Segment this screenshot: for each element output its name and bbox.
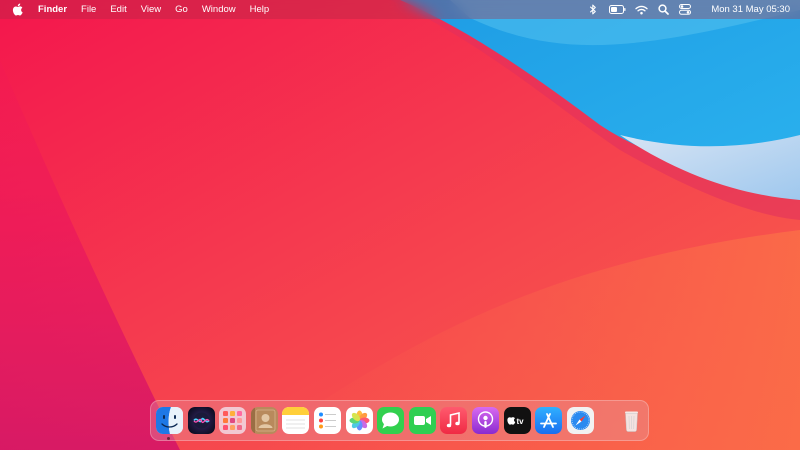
control-center-icon[interactable] (677, 3, 693, 17)
dock-app-music[interactable] (440, 407, 468, 434)
desktop[interactable]: Finder File Edit View Go Window Help Mon… (0, 0, 800, 450)
finder-icon (156, 407, 183, 434)
dock-app-photos[interactable] (345, 407, 373, 434)
wallpaper (0, 0, 800, 450)
menu-go[interactable]: Go (175, 0, 188, 19)
photos-icon (345, 407, 373, 434)
dock-app-messages[interactable] (377, 407, 405, 434)
finder-running-indicator (167, 437, 170, 440)
wifi-icon[interactable] (633, 3, 649, 17)
facetime-icon (408, 407, 436, 434)
dock-trash[interactable] (618, 407, 645, 434)
menu-edit[interactable]: Edit (110, 0, 126, 19)
messages-icon (377, 407, 405, 434)
menu-help[interactable]: Help (250, 0, 270, 19)
dock: tv (150, 400, 649, 441)
dock-app-reminders[interactable] (313, 407, 341, 434)
dock-app-contacts[interactable] (250, 407, 278, 434)
dock-app-tv[interactable]: tv (503, 407, 531, 434)
menu-view[interactable]: View (141, 0, 161, 19)
trash-icon (625, 411, 639, 432)
reminders-icon (313, 407, 341, 434)
battery-icon[interactable] (607, 3, 627, 17)
dock-app-siri[interactable] (187, 407, 215, 434)
menu-window[interactable]: Window (202, 0, 236, 19)
apple-tv-icon: tv (503, 407, 531, 434)
podcasts-icon (471, 407, 499, 434)
menu-file[interactable]: File (81, 0, 96, 19)
contacts-icon (250, 407, 278, 434)
bluetooth-icon[interactable] (585, 3, 601, 17)
dock-app-safari[interactable] (566, 407, 594, 434)
tv-label: tv (516, 417, 524, 426)
spotlight-search-icon[interactable] (655, 3, 671, 17)
music-icon (440, 407, 468, 434)
dock-app-podcasts[interactable] (471, 407, 499, 434)
menu-clock[interactable]: Mon 31 May 05:30 (711, 0, 790, 19)
menu-app-name[interactable]: Finder (38, 0, 67, 19)
dock-app-facetime[interactable] (408, 407, 436, 434)
dock-app-finder[interactable] (156, 407, 183, 434)
app-store-icon (535, 407, 563, 434)
menu-bar: Finder File Edit View Go Window Help Mon… (0, 0, 800, 19)
launchpad-icon (219, 407, 247, 434)
siri-icon (187, 407, 215, 434)
dock-app-notes[interactable] (282, 407, 310, 434)
dock-app-app-store[interactable] (535, 407, 563, 434)
safari-icon (566, 407, 594, 434)
apple-logo-icon[interactable] (12, 3, 24, 16)
dock-app-launchpad[interactable] (219, 407, 247, 434)
notes-icon (282, 407, 310, 434)
